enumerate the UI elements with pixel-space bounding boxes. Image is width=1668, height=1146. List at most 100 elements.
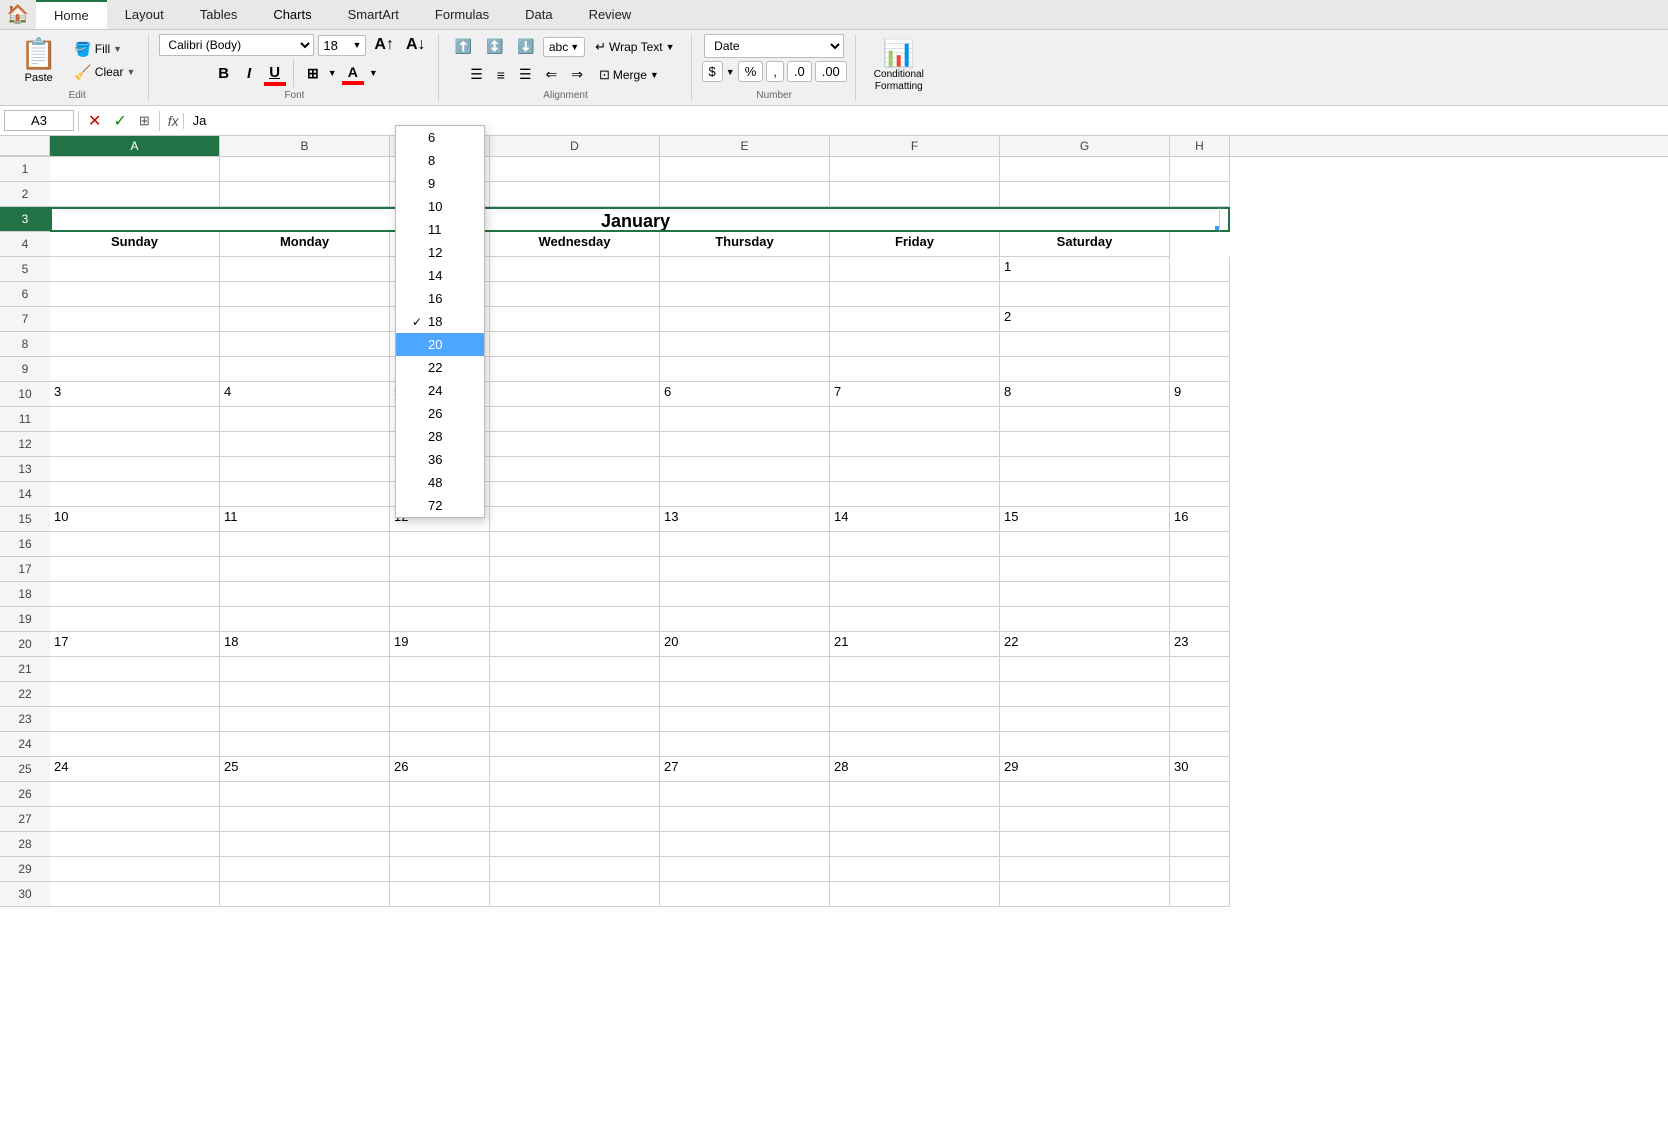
cell-4-4[interactable]: Thursday (660, 232, 830, 257)
cell-11-4[interactable] (660, 407, 830, 432)
cell-23-4[interactable] (660, 707, 830, 732)
cell-17-1[interactable] (220, 557, 390, 582)
cell-11-1[interactable] (220, 407, 390, 432)
row-header-5[interactable]: 5 (0, 257, 50, 282)
font-size-option-16[interactable]: 16 (396, 287, 484, 310)
cell-6-3[interactable] (490, 282, 660, 307)
cell-24-0[interactable] (50, 732, 220, 757)
cell-20-2[interactable]: 19 (390, 632, 490, 657)
borders-button[interactable]: ⊞ (300, 62, 326, 85)
tab-layout[interactable]: Layout (107, 0, 182, 29)
formula-confirm-button[interactable]: ✓ (110, 111, 129, 131)
cell-5-7[interactable] (1170, 257, 1230, 282)
tab-smartart[interactable]: SmartArt (330, 0, 417, 29)
cell-30-1[interactable] (220, 882, 390, 907)
cell-19-5[interactable] (830, 607, 1000, 632)
clear-button[interactable]: 🧹 Clear ▼ (69, 62, 140, 83)
cell-6-5[interactable] (830, 282, 1000, 307)
cell-20-1[interactable]: 18 (220, 632, 390, 657)
cell-17-0[interactable] (50, 557, 220, 582)
cell-8-1[interactable] (220, 332, 390, 357)
cell-15-4[interactable]: 13 (660, 507, 830, 532)
formula-cancel-button[interactable]: ✕ (85, 111, 104, 131)
cell-11-5[interactable] (830, 407, 1000, 432)
cell-12-3[interactable] (490, 432, 660, 457)
cell-22-6[interactable] (1000, 682, 1170, 707)
cell-16-3[interactable] (490, 532, 660, 557)
cell-13-3[interactable] (490, 457, 660, 482)
row-header-30[interactable]: 30 (0, 882, 50, 907)
row-header-24[interactable]: 24 (0, 732, 50, 757)
cell-26-0[interactable] (50, 782, 220, 807)
cell-8-0[interactable] (50, 332, 220, 357)
cell-12-1[interactable] (220, 432, 390, 457)
cell-5-6[interactable]: 1 (1000, 257, 1170, 282)
cell-19-0[interactable] (50, 607, 220, 632)
cell-16-6[interactable] (1000, 532, 1170, 557)
cell-28-2[interactable] (390, 832, 490, 857)
font-size-option-6[interactable]: 6 (396, 126, 484, 149)
text-direction-button[interactable]: abc ▼ (543, 37, 585, 57)
cell-23-2[interactable] (390, 707, 490, 732)
font-size-option-28[interactable]: 28 (396, 425, 484, 448)
cell-26-5[interactable] (830, 782, 1000, 807)
cell-21-5[interactable] (830, 657, 1000, 682)
cell-6-7[interactable] (1170, 282, 1230, 307)
cell-5-3[interactable] (490, 257, 660, 282)
font-size-option-12[interactable]: 12 (396, 241, 484, 264)
cell-28-7[interactable] (1170, 832, 1230, 857)
cell-27-3[interactable] (490, 807, 660, 832)
cell-27-6[interactable] (1000, 807, 1170, 832)
fill-button[interactable]: 🪣 Fill ▼ (69, 39, 127, 60)
cell-26-1[interactable] (220, 782, 390, 807)
cell-19-7[interactable] (1170, 607, 1230, 632)
row-header-15[interactable]: 15 (0, 507, 50, 532)
cell-18-0[interactable] (50, 582, 220, 607)
tab-tables[interactable]: Tables (182, 0, 256, 29)
formula-expand-button[interactable]: ⊞ (136, 113, 153, 129)
row-header-11[interactable]: 11 (0, 407, 50, 432)
cell-16-2[interactable] (390, 532, 490, 557)
cell-19-6[interactable] (1000, 607, 1170, 632)
cell-17-5[interactable] (830, 557, 1000, 582)
cell-2-3[interactable] (490, 182, 660, 207)
cell-10-6[interactable]: 8 (1000, 382, 1170, 407)
cell-19-2[interactable] (390, 607, 490, 632)
font-size-option-36[interactable]: 36 (396, 448, 484, 471)
cell-18-4[interactable] (660, 582, 830, 607)
cell-19-4[interactable] (660, 607, 830, 632)
cell-26-3[interactable] (490, 782, 660, 807)
cell-13-6[interactable] (1000, 457, 1170, 482)
currency-dropdown[interactable]: ▼ (726, 67, 735, 77)
cell-6-0[interactable] (50, 282, 220, 307)
cell-2-1[interactable] (220, 182, 390, 207)
font-size-option-26[interactable]: 26 (396, 402, 484, 425)
cell-1-0[interactable] (50, 157, 220, 182)
cell-11-7[interactable] (1170, 407, 1230, 432)
cell-17-6[interactable] (1000, 557, 1170, 582)
cell-7-0[interactable] (50, 307, 220, 332)
cell-20-7[interactable]: 23 (1170, 632, 1230, 657)
font-size-dropdown[interactable]: 6891011121416✓182022242628364872 (395, 125, 485, 518)
cell-29-6[interactable] (1000, 857, 1170, 882)
row-header-6[interactable]: 6 (0, 282, 50, 307)
cell-15-3[interactable] (490, 507, 660, 532)
cell-20-5[interactable]: 21 (830, 632, 1000, 657)
cell-12-7[interactable] (1170, 432, 1230, 457)
cell-27-7[interactable] (1170, 807, 1230, 832)
cell-14-4[interactable] (660, 482, 830, 507)
cell-9-5[interactable] (830, 357, 1000, 382)
cell-12-0[interactable] (50, 432, 220, 457)
row-header-25[interactable]: 25 (0, 757, 50, 782)
cell-28-6[interactable] (1000, 832, 1170, 857)
align-left-button[interactable]: ☰ (464, 62, 489, 87)
cell-19-3[interactable] (490, 607, 660, 632)
cell-17-3[interactable] (490, 557, 660, 582)
cell-29-4[interactable] (660, 857, 830, 882)
paste-button[interactable]: 📋 Paste (14, 34, 63, 87)
col-header-h[interactable]: H (1170, 136, 1230, 156)
merge-button[interactable]: ⊡ Merge ▼ (591, 64, 667, 86)
cell-2-6[interactable] (1000, 182, 1170, 207)
cell-26-7[interactable] (1170, 782, 1230, 807)
cell-24-6[interactable] (1000, 732, 1170, 757)
